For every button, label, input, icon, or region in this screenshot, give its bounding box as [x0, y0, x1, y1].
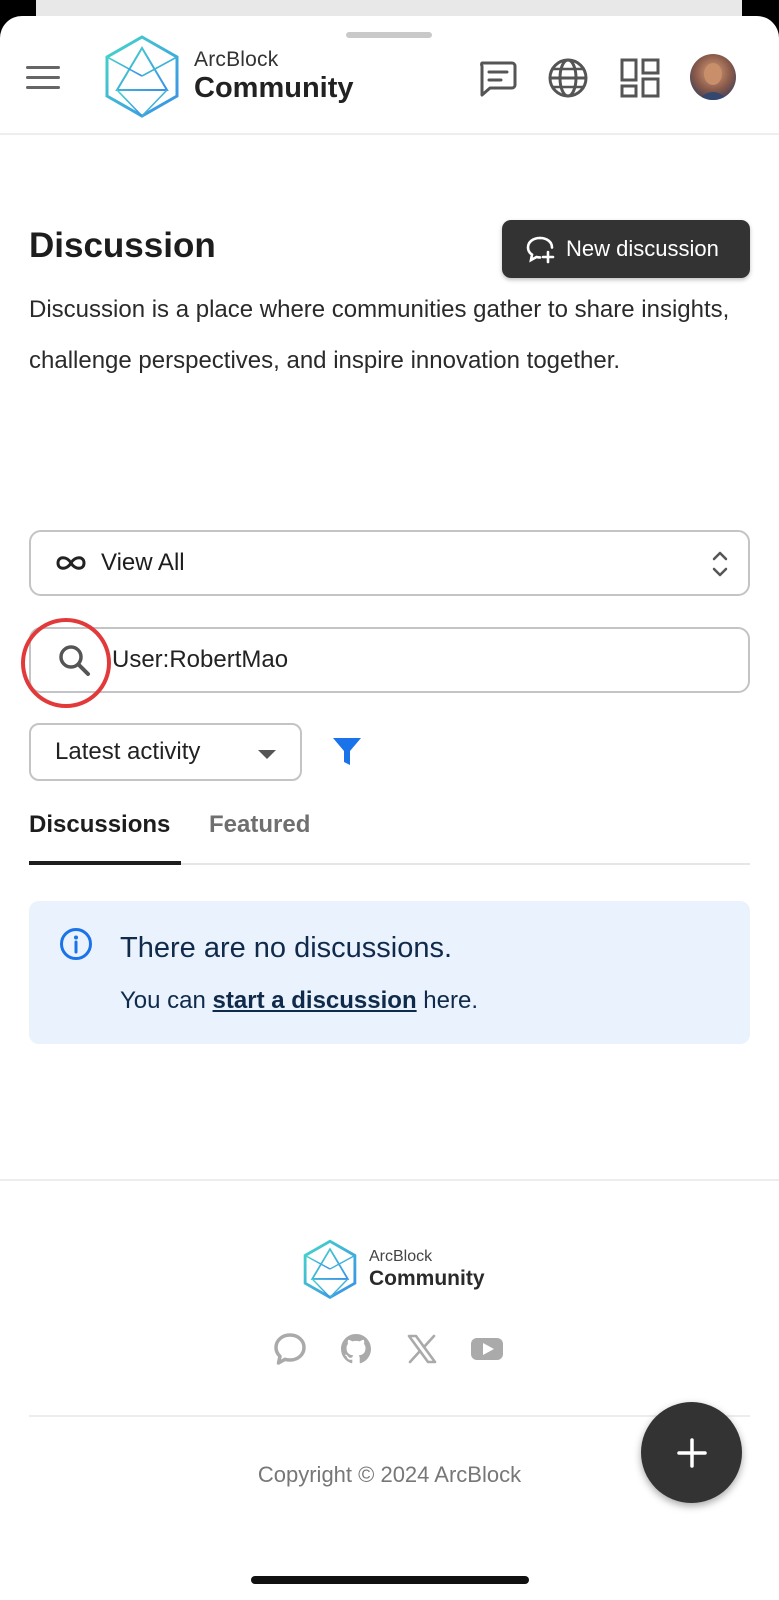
filter-icon[interactable] — [332, 736, 362, 768]
infinity-icon — [56, 556, 86, 570]
chat-bubble-icon[interactable] — [272, 1331, 308, 1367]
new-discussion-label: New discussion — [566, 236, 719, 261]
youtube-icon[interactable] — [469, 1331, 505, 1367]
empty-state-alert: There are no discussions. You can start … — [29, 901, 750, 1044]
empty-state-prefix: You can — [120, 987, 206, 1014]
updown-chevron-icon — [712, 551, 728, 577]
tab-discussions[interactable]: Discussions — [29, 811, 170, 839]
page-description: Discussion is a place where communities … — [29, 296, 730, 374]
plus-icon — [676, 1437, 707, 1468]
arcblock-footer-logo-icon — [303, 1239, 357, 1300]
add-fab-button[interactable] — [641, 1402, 742, 1503]
x-icon[interactable] — [404, 1331, 440, 1367]
logo-small-text: ArcBlock — [194, 48, 279, 71]
top-header: ArcBlock Community — [0, 16, 779, 135]
chat-icon[interactable] — [474, 55, 520, 101]
empty-state-title: There are no discussions. — [120, 932, 453, 964]
footer-rule — [29, 1415, 750, 1417]
start-discussion-link[interactable]: start a discussion — [213, 987, 417, 1014]
github-icon[interactable] — [338, 1331, 374, 1367]
site-logo[interactable]: ArcBlock Community — [104, 34, 354, 118]
tab-bar: Discussions Featured — [29, 811, 750, 865]
logo-text: ArcBlock Community — [194, 49, 354, 103]
add-chat-icon — [526, 236, 555, 264]
footer-logo[interactable]: ArcBlock Community — [303, 1238, 485, 1300]
page-title: Discussion — [29, 226, 216, 265]
footer-logo-big: Community — [369, 1267, 485, 1290]
search-input[interactable] — [112, 640, 732, 680]
sort-select[interactable]: Latest activity — [29, 723, 302, 781]
app-sheet: ArcBlock Community Discussion New discus… — [0, 16, 779, 1600]
arcblock-logo-icon — [105, 35, 179, 118]
home-indicator[interactable] — [251, 1576, 529, 1584]
view-selector-label: View All — [101, 549, 185, 576]
menu-icon[interactable] — [26, 66, 62, 92]
active-tab-indicator — [29, 861, 181, 865]
footer-logo-small: ArcBlock — [369, 1248, 433, 1265]
view-selector[interactable]: View All — [29, 530, 750, 596]
sort-select-label: Latest activity — [55, 738, 201, 765]
empty-state-body: You can start a discussion here. — [120, 987, 478, 1015]
avatar-image — [690, 54, 736, 100]
avatar[interactable] — [690, 54, 736, 100]
footer-logo-text: ArcBlock Community — [369, 1248, 485, 1290]
caret-down-icon — [258, 750, 276, 759]
empty-state-suffix: here. — [423, 987, 478, 1014]
grid-icon[interactable] — [617, 55, 663, 101]
tab-featured[interactable]: Featured — [209, 811, 310, 839]
highlight-ring — [21, 618, 111, 708]
logo-big-text: Community — [194, 72, 354, 104]
info-icon — [60, 928, 92, 960]
globe-icon[interactable] — [545, 55, 591, 101]
new-discussion-button[interactable]: New discussion — [502, 220, 750, 278]
footer-divider — [0, 1179, 779, 1181]
